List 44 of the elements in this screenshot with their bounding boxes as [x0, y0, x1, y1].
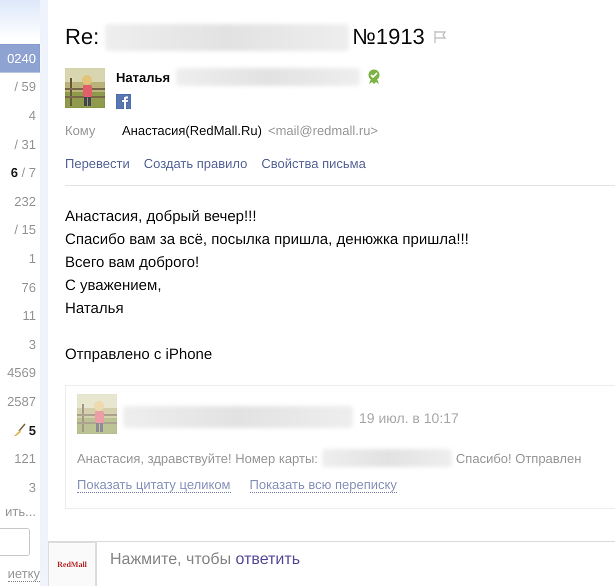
recipient-email: <mail@redmall.ru>	[268, 123, 378, 138]
folder-count[interactable]: 4569	[0, 358, 40, 388]
message-text: Спасибо вам за всё, посылка пришла, денюжка пришла!!!	[65, 230, 470, 250]
quote-text: Спасибо! Отправлен	[456, 450, 582, 466]
quote-link[interactable]: Показать всю переписку	[250, 477, 397, 493]
folder-count[interactable]: 11	[0, 301, 40, 330]
folder-count[interactable]: / 15	[0, 216, 40, 244]
folder-count[interactable]: 3	[0, 472, 40, 502]
folder-count[interactable]: 3	[0, 330, 40, 359]
flag-icon	[432, 30, 447, 44]
search-field[interactable]	[0, 528, 30, 556]
folder-count[interactable]: 5	[0, 416, 40, 444]
subject-prefix: Re:	[65, 24, 100, 50]
folder-count[interactable]: 2587	[0, 387, 40, 416]
facebook-icon	[116, 94, 131, 109]
quote-text: Анастасия, здравствуйте! Номер карты:	[77, 450, 318, 466]
folder-count[interactable]: 4	[0, 101, 40, 130]
reply-field[interactable]: Нажмите, чтобы ответить	[96, 542, 615, 586]
folder-count[interactable]: 0240	[0, 44, 40, 73]
action-link[interactable]: Создать правило	[144, 156, 248, 171]
message-text: Наталья	[65, 299, 125, 319]
folder-count[interactable]: / 59	[0, 72, 40, 102]
folder-count[interactable]: 6 / 7	[0, 158, 40, 187]
message-text: Анастасия, добрый вечер!!!	[65, 207, 258, 227]
subject-number: №1913	[352, 24, 425, 50]
message-text: Отправлено с iPhone	[65, 345, 214, 365]
folder-count[interactable]: / 31	[0, 130, 40, 158]
logo: RedMall	[57, 560, 87, 569]
field-label: Кому	[65, 123, 96, 138]
folder-count[interactable]: 76	[0, 272, 40, 302]
message-text: С уважением,	[65, 276, 163, 296]
folder-count[interactable]: 232	[0, 186, 40, 216]
message-text: Всего вам доброго!	[65, 253, 200, 273]
action-link[interactable]: Перевести	[65, 156, 130, 171]
sidebar-link[interactable]: ить...	[0, 502, 40, 522]
quote-link[interactable]: Показать цитату целиком	[77, 477, 230, 493]
folder-count[interactable]: 121	[0, 444, 40, 473]
broom-icon	[12, 423, 26, 438]
folder-count[interactable]: 1	[0, 244, 40, 273]
quote-date: 19 июл. в 10:17	[359, 410, 459, 426]
sender-name: Наталья	[116, 70, 170, 84]
action-link[interactable]: Свойства письма	[261, 156, 366, 171]
recipient-name: Анастасия(RedMall.Ru)	[122, 123, 262, 138]
verified-badge-icon	[366, 69, 382, 85]
